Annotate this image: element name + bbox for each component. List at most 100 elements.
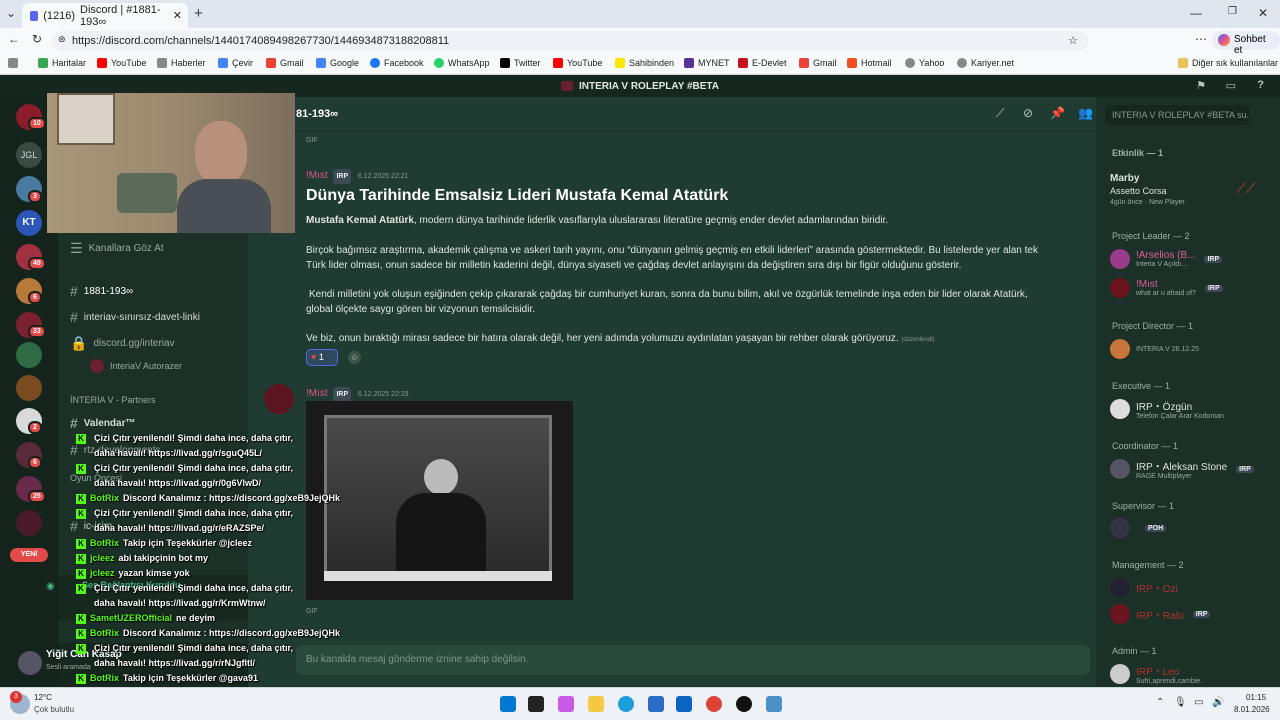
message-input-disabled: Bu kanalda mesaj gönderme iznine sahip d… [296, 645, 1090, 675]
help-icon[interactable]: ? [1257, 79, 1264, 91]
inbox-icon[interactable]: ▭ [1226, 79, 1236, 92]
network-icon[interactable]: ▭ [1194, 697, 1203, 708]
lock-icon: 🔒 [70, 335, 88, 351]
back-icon[interactable]: ← [8, 32, 20, 46]
mic-icon[interactable]: 🎙 [1174, 697, 1187, 708]
site-info-icon[interactable]: ⊜ [58, 34, 66, 45]
bookmark-cevir[interactable]: Çevir [218, 58, 253, 68]
chat-username: jcleez [90, 568, 115, 578]
member-item[interactable]: IRP・Ozi [1110, 577, 1178, 597]
author-name[interactable]: !Mıst [306, 388, 328, 399]
chat-username: BotRix [90, 673, 119, 683]
store-icon[interactable] [648, 696, 664, 712]
copilot-chat-button[interactable]: Sohbet et [1212, 31, 1280, 56]
bookmark-youtube[interactable]: YouTube [97, 58, 146, 68]
channel-invite-link[interactable]: # interiav-sınırsız-davet-linki [70, 309, 200, 325]
bookmark-sahibinden[interactable]: Sahibinden [615, 58, 674, 68]
clock-date: 8.01.2026 [1234, 705, 1270, 714]
bookmark-google[interactable]: Google [316, 58, 359, 68]
volume-icon[interactable]: 🔊 [1212, 697, 1224, 708]
member-item[interactable]: INTERIA V 26.12.25 [1110, 339, 1199, 359]
favorite-star-icon[interactable]: ☆ [1068, 34, 1078, 47]
channel-valendar[interactable]: # Valendar™ [70, 415, 136, 431]
start-icon[interactable] [500, 696, 516, 712]
add-reaction-icon[interactable]: ☺ [348, 351, 361, 364]
file-explorer-icon[interactable] [588, 696, 604, 712]
settings-icon[interactable] [766, 696, 782, 712]
bookmark-youtube-2[interactable]: YouTube [553, 58, 602, 68]
avatar[interactable] [264, 384, 294, 414]
bookmark-yahoo[interactable]: Yahoo [905, 58, 944, 68]
url-input[interactable]: ⊜ https://discord.com/channels/144017408… [52, 31, 1088, 51]
bookmark-twitter[interactable]: Twitter [500, 58, 541, 68]
activity-card[interactable]: Marby Assetto Corsa 4gün önce · New Play… [1110, 173, 1185, 209]
group-header: Coordinator — 1 [1112, 441, 1179, 451]
outlook-icon[interactable] [676, 696, 692, 712]
server-icon-jgl[interactable]: JGL [16, 142, 42, 168]
group-header: Project Leader — 2 [1112, 231, 1190, 241]
maximize-icon[interactable]: ❐ [1228, 6, 1237, 17]
avatar[interactable] [18, 651, 42, 675]
group-header: Executive — 1 [1112, 381, 1171, 391]
avatar [1110, 249, 1130, 269]
bookmark-edevlet[interactable]: E-Devlet [738, 58, 787, 68]
search-input[interactable]: INTERIA V ROLEPLAY #BETA su... [1106, 105, 1250, 125]
pin-icon[interactable]: 📌 [1050, 106, 1065, 120]
server-icon-13[interactable] [16, 510, 42, 536]
threads-icon[interactable]: ⟋ [996, 106, 1004, 121]
browser-tab[interactable]: (1216) Discord | #1881-193∞ ✕ [22, 3, 188, 28]
task-view-icon[interactable] [528, 696, 544, 712]
channel-1881[interactable]: #1881-193∞ [70, 283, 133, 299]
bookmark-haberler[interactable]: Haberler [157, 58, 206, 68]
author-name[interactable]: !Mıst [306, 170, 328, 181]
tab-close-icon[interactable]: ✕ [173, 9, 182, 22]
avatar [1110, 577, 1130, 597]
bookmark-whatsapp[interactable]: WhatsApp [434, 58, 490, 68]
mute-icon[interactable]: ⊘ [1023, 106, 1033, 120]
chat-message: K SametUZEROfficial ne deyim [76, 611, 215, 625]
bookmark-haritalar[interactable]: Haritalar [38, 58, 86, 68]
avatar [1110, 459, 1130, 479]
chat-text: Çizi Çıtır yenilendi! Şimdi daha ince, d… [94, 433, 294, 443]
channel-sub-user[interactable]: InteriaV Autorazer [90, 359, 182, 373]
member-item[interactable]: POH [1110, 518, 1167, 538]
webcam-body [177, 179, 271, 233]
member-item[interactable]: IRP・Aleksan Stone RAGE Multiplayer IRP [1110, 458, 1254, 480]
channel-discord-gg[interactable]: 🔒 discord.gg/interiav [70, 335, 175, 352]
minimize-icon[interactable]: — [1190, 6, 1202, 20]
window-close-icon[interactable]: ✕ [1258, 6, 1268, 20]
tray-chevron-icon[interactable]: ⌃ [1156, 697, 1164, 708]
role-tag: IRP [333, 387, 352, 402]
server-icon-kt[interactable]: KT [16, 210, 42, 236]
tab-list-icon[interactable]: ⌄ [6, 6, 16, 20]
member-item[interactable]: IRP・Özgün Telefon Çalar Arar Kodoman [1110, 398, 1224, 420]
server-icon-8[interactable] [16, 342, 42, 368]
gif-image[interactable] [306, 401, 573, 600]
member-item[interactable]: IRP・Leo Sufri,aprendi,cambie. [1110, 663, 1202, 685]
member-item[interactable]: !Mıst what ar u afraid of? IRP [1110, 278, 1223, 298]
bookmark-facebook[interactable]: Facebook [370, 58, 424, 68]
flag-icon[interactable]: ⚑ [1196, 79, 1206, 92]
chrome-icon[interactable] [706, 696, 722, 712]
member-item[interactable]: !Arselios (B... Interia V Açıldı... IRP [1110, 249, 1223, 269]
members-icon[interactable]: 👥 [1078, 106, 1093, 120]
heart-reaction[interactable]: ♥ 1 [306, 349, 338, 366]
menu-icon[interactable]: ⋯ [1195, 32, 1207, 46]
bookmark-other-folder[interactable]: Diğer sık kullanılanlar [1178, 58, 1278, 68]
copilot-taskbar-icon[interactable] [558, 696, 574, 712]
obs-icon[interactable] [736, 696, 752, 712]
server-icon-9[interactable] [16, 375, 42, 401]
bookmark-kariyer[interactable]: Kariyer.net [957, 58, 1014, 68]
server-title: INTERIA V ROLEPLAY #BETA [578, 80, 720, 92]
reading-view-icon[interactable] [8, 58, 18, 68]
category-partners[interactable]: İNTERİA V - Partners [70, 395, 156, 405]
browse-channels[interactable]: ☰ Kanallara Göz At [70, 240, 164, 257]
bookmark-gmail-2[interactable]: Gmail [799, 58, 837, 68]
bookmark-mynet[interactable]: MYNET [684, 58, 730, 68]
edge-icon[interactable] [618, 696, 634, 712]
bookmark-hotmail[interactable]: Hotmail [847, 58, 892, 68]
new-tab-icon[interactable]: + [194, 5, 203, 22]
member-item[interactable]: IRP・Rafo IRP [1110, 604, 1211, 624]
reload-icon[interactable]: ↻ [32, 32, 42, 46]
bookmark-gmail[interactable]: Gmail [266, 58, 304, 68]
